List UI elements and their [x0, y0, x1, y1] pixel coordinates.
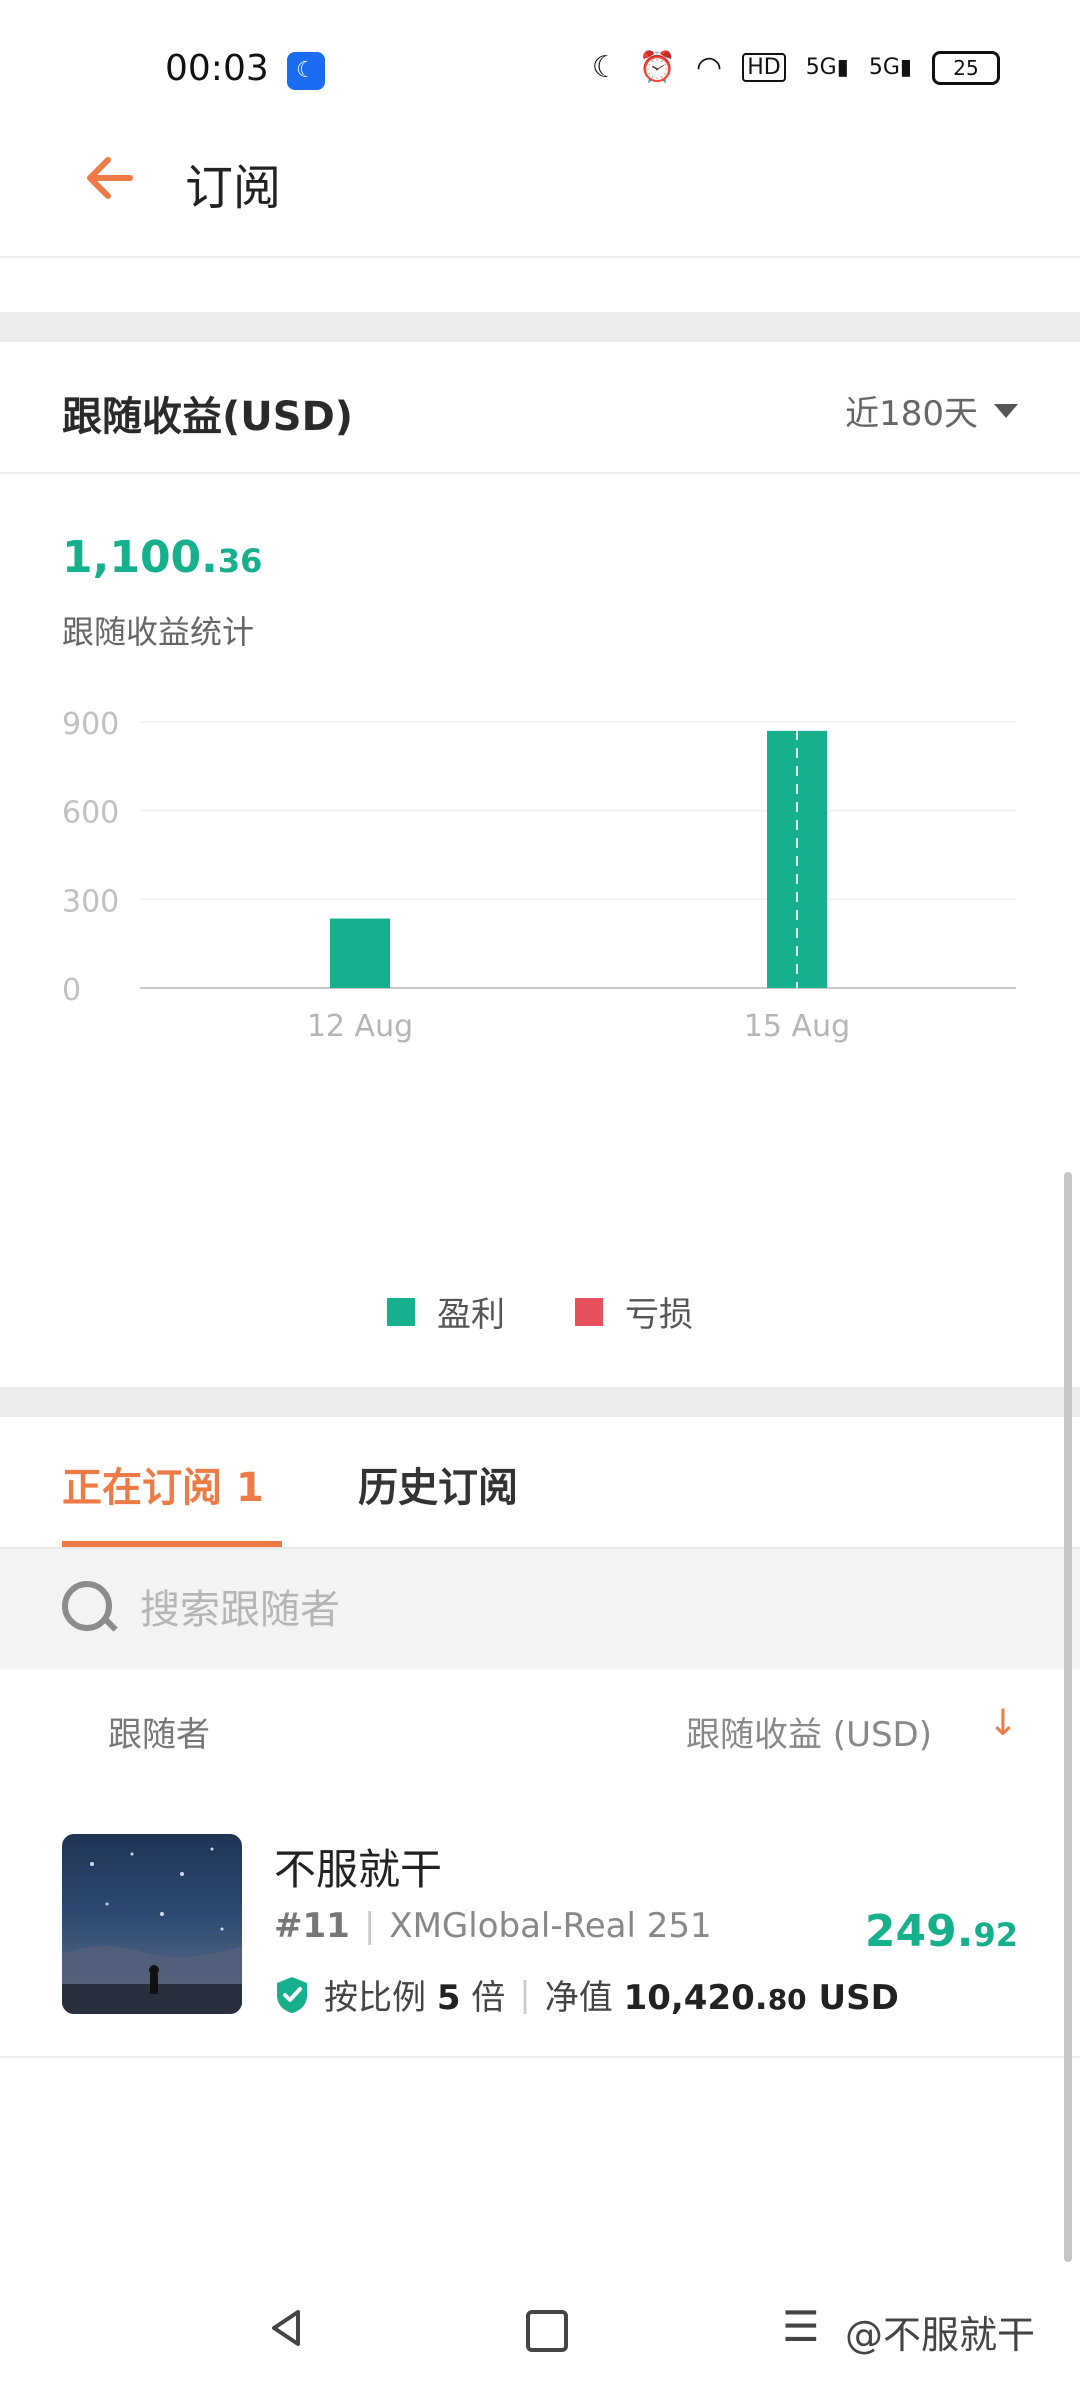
moon-icon: ☾ — [591, 50, 619, 85]
equity-label: 净值 — [544, 1978, 613, 2018]
y-tick-label: 900 — [62, 707, 119, 742]
follower-rank: #11 — [274, 1906, 350, 1946]
avatar — [62, 1834, 242, 2014]
follower-account: XMGlobal-Real 251 — [389, 1906, 712, 1946]
subscription-tabs: 正在订阅 1 历史订阅 — [0, 1417, 1080, 1549]
hd-icon: HD — [742, 53, 786, 82]
earnings-header: 跟随收益(USD) 近180天 — [0, 342, 1080, 474]
legend-swatch-loss — [575, 1297, 603, 1326]
separator: | — [363, 1906, 376, 1946]
section-divider — [0, 1387, 1080, 1417]
battery-icon: 25 — [932, 50, 1000, 85]
legend-item-loss[interactable]: 亏损 — [575, 1287, 693, 1336]
x-tick-label: 15 Aug — [744, 1009, 850, 1044]
legend-item-profit[interactable]: 盈利 — [387, 1287, 505, 1336]
nav-home-icon[interactable] — [526, 2310, 568, 2352]
earnings-title: 跟随收益(USD) — [62, 394, 354, 440]
caret-down-icon — [994, 403, 1018, 418]
total-earnings-label: 跟随收益统计 — [62, 613, 255, 651]
tab-current-subscriptions[interactable]: 正在订阅 1 — [62, 1455, 264, 1513]
column-follower: 跟随者 — [108, 1715, 210, 1755]
active-tab-indicator — [62, 1541, 282, 1547]
system-nav-bar: ☰ @不服就干 — [0, 2262, 1080, 2400]
x-tick-label: 12 Aug — [307, 1009, 413, 1044]
follower-meta: #11 | XMGlobal-Real 251 — [274, 1906, 712, 1946]
follower-profit: 249.92 — [864, 1906, 1018, 1957]
wifi-icon: ◠ — [696, 50, 723, 85]
ratio-unit: 倍 — [471, 1978, 506, 2018]
nav-back-icon[interactable] — [268, 2308, 308, 2348]
earnings-bar-chart: 0 300 600 900 12 Aug 15 Aug — [62, 707, 1016, 1044]
status-icons: ☾ ⏰ ◠ HD 5G▮ 5G▮ 25 — [592, 50, 1000, 85]
y-tick-label: 600 — [62, 796, 119, 831]
app-bar: 订阅 — [0, 108, 1080, 258]
total-earnings: 1,100.36 — [62, 532, 263, 583]
ratio-label: 按比例 — [324, 1978, 426, 2018]
follower-details: 按比例 5 倍 | 净值 10,420.80 USD — [274, 1970, 899, 2019]
column-profit[interactable]: 跟随收益 (USD) — [686, 1707, 932, 1756]
nav-menu-icon[interactable]: ☰ — [782, 2302, 820, 2351]
search-input[interactable] — [138, 1577, 1022, 1643]
legend-label-loss: 亏损 — [625, 1295, 693, 1335]
chart-legend: 盈利 亏损 — [0, 1287, 1080, 1336]
focus-mode-icon: ☾ — [287, 52, 325, 90]
y-tick-label: 0 — [62, 973, 81, 1008]
legend-label-profit: 盈利 — [437, 1295, 505, 1335]
alarm-icon: ⏰ — [638, 50, 677, 85]
range-label: 近180天 — [845, 394, 978, 434]
separator: | — [519, 1974, 531, 2015]
shield-check-icon — [277, 1976, 307, 2013]
back-arrow-icon[interactable] — [80, 148, 140, 208]
watermark: @不服就干 — [845, 2313, 1036, 2357]
list-header: 跟随者 跟随收益 (USD) ↓ — [0, 1669, 1080, 1799]
page-title: 订阅 — [185, 160, 282, 216]
ratio-value: 5 — [436, 1978, 461, 2018]
legend-swatch-profit — [387, 1297, 415, 1326]
search-bar — [0, 1549, 1080, 1669]
list-item[interactable]: 不服就干 #11 | XMGlobal-Real 251 按比例 5 倍 | 净… — [0, 1800, 1080, 2058]
range-dropdown[interactable]: 近180天 — [845, 386, 1018, 435]
search-icon — [62, 1581, 112, 1631]
sort-down-arrow-icon[interactable]: ↓ — [988, 1703, 1018, 1744]
bar-profit — [330, 918, 390, 988]
scrollbar[interactable] — [1064, 1172, 1072, 2262]
follower-name: 不服就干 — [274, 1845, 443, 1894]
section-divider — [0, 312, 1080, 342]
status-bar: 00:03 ☾ ☾ ⏰ ◠ HD 5G▮ 5G▮ 25 — [0, 0, 1080, 108]
tab-history-subscriptions[interactable]: 历史订阅 — [358, 1455, 518, 1513]
equity-value: 10,420.80 USD — [623, 1978, 899, 2018]
y-tick-label: 300 — [62, 884, 119, 919]
earnings-card: 跟随收益(USD) 近180天 1,100.36 跟随收益统计 0 300 600 9… — [0, 342, 1080, 1387]
signal-icon-2: 5G▮ — [868, 55, 912, 80]
signal-icon-1: 5G▮ — [805, 55, 849, 80]
status-time: 00:03 — [165, 48, 269, 89]
